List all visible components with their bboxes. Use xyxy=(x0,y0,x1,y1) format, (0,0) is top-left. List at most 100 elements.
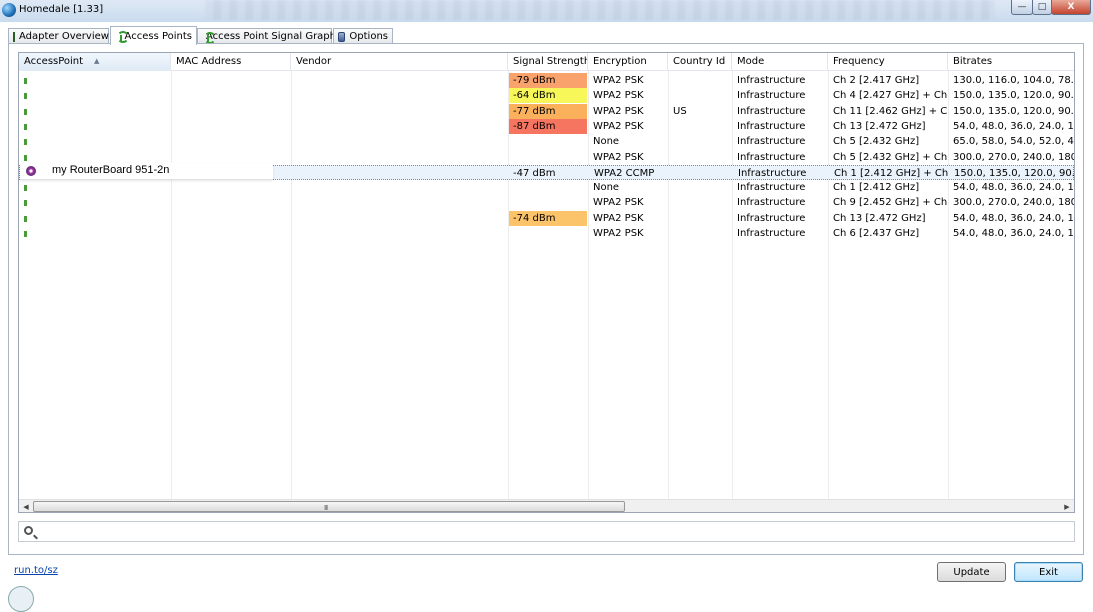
exit-button[interactable]: Exit xyxy=(1014,562,1083,582)
cell-mac-address xyxy=(171,211,291,226)
close-button[interactable]: X xyxy=(1051,0,1091,15)
cell-mode: Infrastructure xyxy=(738,167,807,179)
column-header-vendor[interactable]: Vendor xyxy=(291,53,508,71)
cell-country-id xyxy=(668,73,732,88)
cell-accesspoint xyxy=(19,104,171,119)
cell-encryption: WPA2 PSK xyxy=(593,212,644,224)
cell-vendor xyxy=(291,226,508,241)
cell-signal-strength xyxy=(508,226,588,241)
cell-bitrates: 54.0, 48.0, 36.0, 24.0, 18.0, 12. xyxy=(953,212,1074,224)
cell-bitrates: 300.0, 270.0, 240.0, 180.0, 150 xyxy=(953,151,1074,163)
cell-mac-address xyxy=(171,88,291,103)
cell-mac-address xyxy=(171,134,291,149)
cell-signal-strength xyxy=(508,180,588,195)
cell-country-id xyxy=(668,180,732,195)
cell-mode: Infrastructure xyxy=(737,182,806,194)
scrollbar-thumb[interactable]: III xyxy=(33,501,625,512)
maximize-button[interactable]: □ xyxy=(1032,0,1052,15)
tab-adapter-overview[interactable]: Adapter Overview xyxy=(8,28,109,44)
cell-encryption: WPA2 PSK xyxy=(593,151,644,163)
cell-frequency: Ch 2 [2.417 GHz] xyxy=(833,75,920,86)
column-header-encryption[interactable]: Encryption xyxy=(588,53,668,71)
access-point-name-tooltip: my RouterBoard 951-2n xyxy=(20,163,273,180)
cell-accesspoint xyxy=(19,88,171,103)
cell-mode: Infrastructure xyxy=(737,105,806,117)
table-row[interactable]: -74 dBm WPA2 PSK Infrastructure Ch 13 [2.47… xyxy=(19,210,1074,226)
cell-mode: Infrastructure xyxy=(737,212,806,224)
wifi-antenna-icon xyxy=(115,31,128,43)
cell-mac-address xyxy=(171,180,291,195)
cell-bitrates: 150.0, 135.0, 120.0, 90.0, 60.0, xyxy=(953,90,1074,102)
tooltip-text: my RouterBoard 951-2n xyxy=(52,164,170,176)
cell-bitrates: 150.0, 135.0, 120.0, 90.0, 60.0, xyxy=(954,167,1075,179)
cell-encryption: None xyxy=(593,182,620,194)
tab-label: Options xyxy=(349,31,388,42)
cell-frequency: Ch 9 [2.452 GHz] + Ch 5 xyxy=(833,197,948,209)
cell-signal-strength xyxy=(508,195,588,210)
cell-encryption: WPA2 PSK xyxy=(593,120,644,132)
column-header-frequency[interactable]: Frequency xyxy=(828,53,948,71)
column-header-signal-strength[interactable]: Signal Strength xyxy=(508,53,588,71)
cell-bitrates: 54.0, 48.0, 36.0, 24.0, 18.0, 12. xyxy=(953,228,1074,239)
cell-frequency: Ch 11 [2.462 GHz] + Ch 7 xyxy=(833,105,948,117)
cell-vendor xyxy=(291,195,508,210)
cell-frequency: Ch 4 [2.427 GHz] + Ch 8 xyxy=(833,90,948,102)
table-row[interactable]: WPA2 PSK Infrastructure Ch 9 [2.452 GHz] +… xyxy=(19,195,1074,210)
table-row[interactable]: -87 dBm WPA2 PSK Infrastructure Ch 13 [2.47… xyxy=(19,118,1074,134)
table-row[interactable]: None Infrastructure Ch 1 [2.412 GHz] 54.0, … xyxy=(19,180,1074,195)
cell-mac-address xyxy=(171,119,291,134)
cell-encryption: None xyxy=(593,136,620,148)
cell-frequency: Ch 5 [2.432 GHz] + Ch 9 xyxy=(833,151,948,163)
tab-options[interactable]: Options xyxy=(333,28,393,44)
column-header-accesspoint[interactable]: AccessPoint ▲ xyxy=(19,53,171,71)
cell-bitrates: 54.0, 48.0, 36.0, 24.0, 18.0, 12. xyxy=(953,182,1074,194)
access-points-table[interactable]: AccessPoint ▲ MAC Address Vendor Signal S… xyxy=(18,52,1075,513)
table-row[interactable]: -79 dBm WPA2 PSK Infrastructure Ch 2 [2.417… xyxy=(19,73,1074,88)
cell-frequency: Ch 1 [2.412 GHz] + Ch 5 xyxy=(834,167,949,179)
table-row[interactable]: WPA2 PSK Infrastructure Ch 6 [2.437 GHz] 54… xyxy=(19,226,1074,241)
cell-mac-address xyxy=(171,195,291,210)
tab-access-point-signal-graph[interactable]: Access Point Signal Graph xyxy=(197,28,336,44)
table-row[interactable]: -64 dBm WPA2 PSK Infrastructure Ch 4 [2.427… xyxy=(19,88,1074,104)
search-input[interactable] xyxy=(41,524,1071,539)
window-title: Homedale [1.33] xyxy=(19,4,104,15)
cell-vendor xyxy=(291,211,508,226)
table-row[interactable]: None Infrastructure Ch 5 [2.432 GHz] 65.0, … xyxy=(19,134,1074,149)
column-header-country-id[interactable]: Country Id xyxy=(668,53,732,71)
cell-signal-strength: -74 dBm xyxy=(509,210,587,226)
horizontal-scrollbar[interactable]: ◀ III ▶ xyxy=(19,499,1074,512)
cell-mode: Infrastructure xyxy=(737,151,806,163)
column-header-mac-address[interactable]: MAC Address xyxy=(171,53,291,71)
tab-label: Adapter Overview xyxy=(19,31,109,42)
cell-mac-address xyxy=(171,104,291,119)
cell-encryption: WPA2 CCMP xyxy=(594,167,655,179)
background-taskbar-blur xyxy=(205,0,995,20)
title-bar: Homedale [1.33] — □ X xyxy=(0,0,1093,22)
filter-box[interactable] xyxy=(18,521,1075,542)
cell-accesspoint xyxy=(19,226,171,241)
cell-mode: Infrastructure xyxy=(737,90,806,102)
scroll-right-arrow-icon[interactable]: ▶ xyxy=(1060,500,1074,512)
cell-bitrates: 65.0, 58.0, 54.0, 52.0, 48.0, 39. xyxy=(953,136,1074,148)
sort-ascending-icon: ▲ xyxy=(94,57,100,65)
scroll-left-arrow-icon[interactable]: ◀ xyxy=(19,500,33,512)
cell-vendor xyxy=(291,150,508,165)
cell-encryption: WPA2 PSK xyxy=(593,228,644,239)
cell-country-id xyxy=(669,166,733,181)
cell-accesspoint xyxy=(19,211,171,226)
column-header-mode[interactable]: Mode xyxy=(732,53,828,71)
table-row[interactable]: -77 dBm WPA2 PSK US Infrastructure Ch 11 [2.… xyxy=(19,103,1074,119)
table-header: AccessPoint ▲ MAC Address Vendor Signal S… xyxy=(19,53,1074,71)
minimize-button[interactable]: — xyxy=(1011,0,1033,15)
tab-access-points[interactable]: Access Points xyxy=(110,26,197,45)
cell-vendor xyxy=(291,119,508,134)
homepage-link[interactable]: run.to/sz xyxy=(14,565,58,576)
cell-vendor xyxy=(291,180,508,195)
update-button[interactable]: Update xyxy=(937,562,1006,582)
cell-signal-strength: -79 dBm xyxy=(509,73,587,88)
cell-accesspoint xyxy=(19,195,171,210)
tab-label: Access Points xyxy=(124,30,192,42)
cell-vendor xyxy=(292,166,509,181)
cell-bitrates: 300.0, 270.0, 240.0, 180.0, 150 xyxy=(953,197,1074,209)
column-header-bitrates[interactable]: Bitrates xyxy=(948,53,1074,71)
